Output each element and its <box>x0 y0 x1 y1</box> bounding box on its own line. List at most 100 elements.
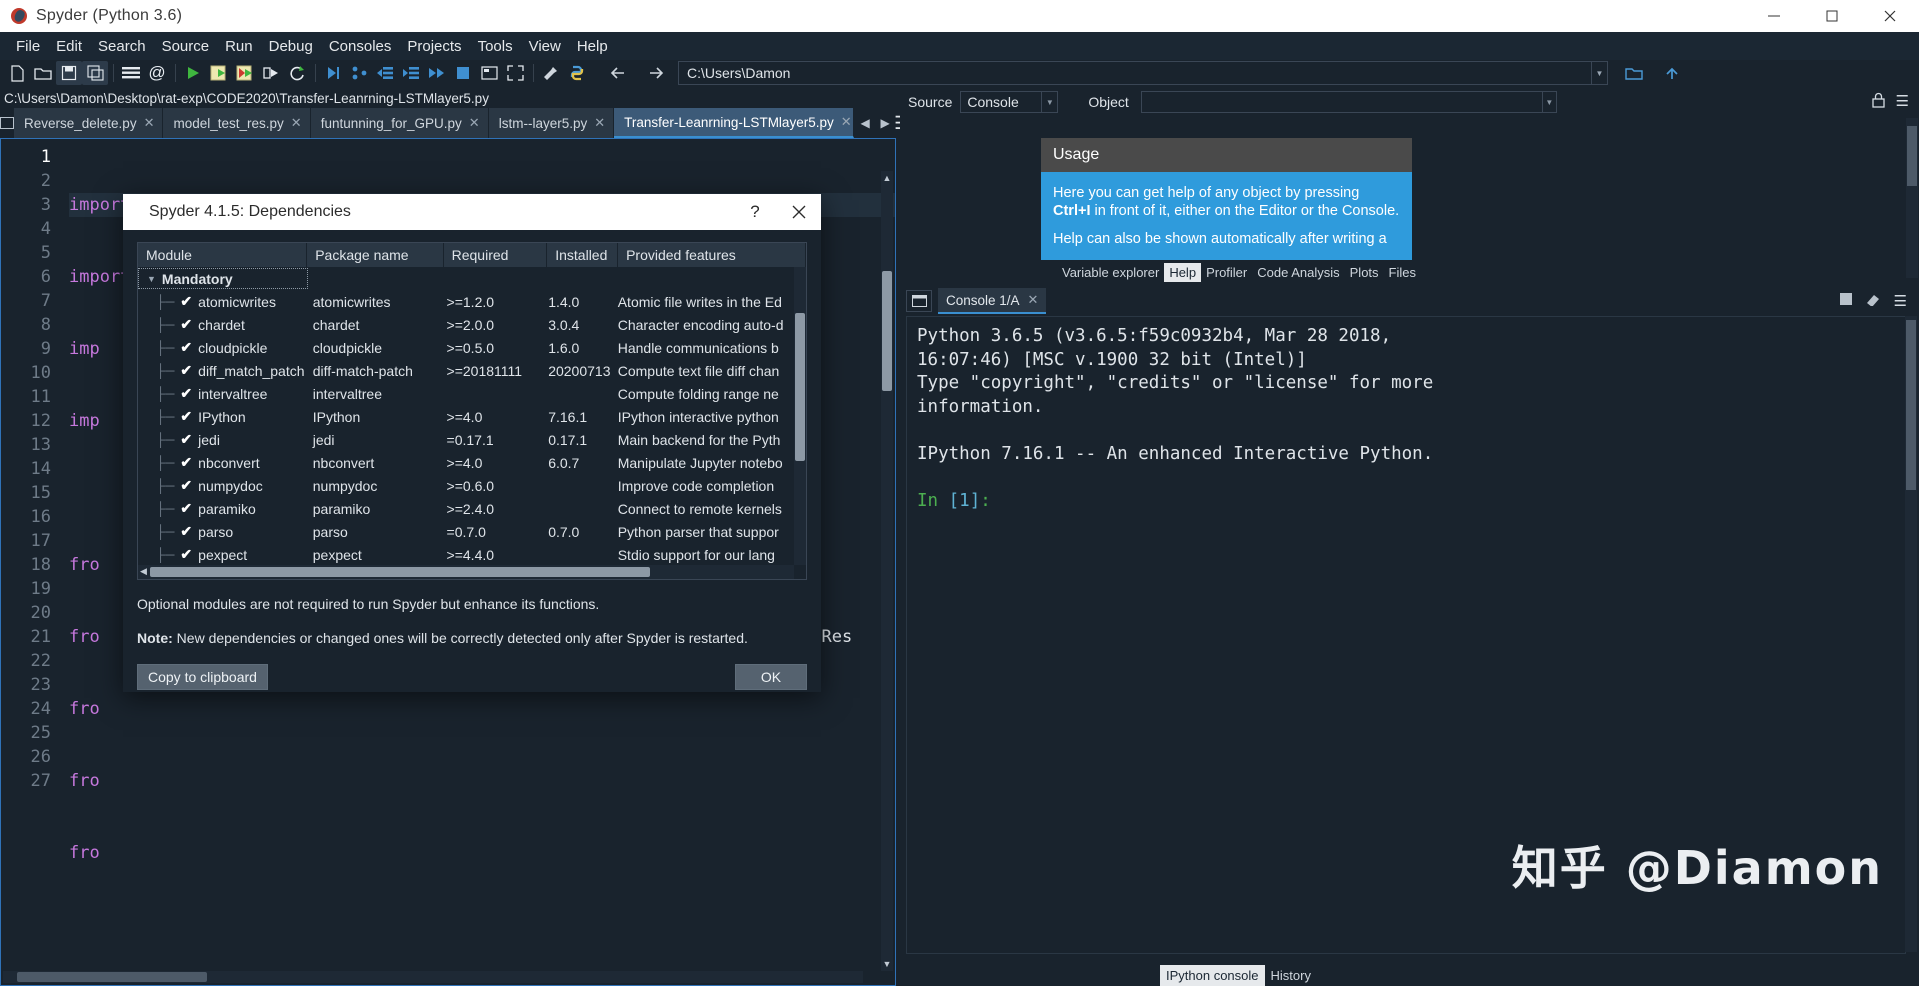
menu-debug[interactable]: Debug <box>261 35 321 58</box>
chevron-left-icon[interactable]: ◀ <box>856 116 874 130</box>
run-cell-advance-icon[interactable] <box>232 61 258 85</box>
editor-tab-reverse-delete[interactable]: Reverse_delete.py ✕ <box>14 108 163 138</box>
scrollbar-thumb[interactable] <box>882 271 892 391</box>
editor-tab-lstm-layer5[interactable]: lstm--layer5.py ✕ <box>489 108 614 138</box>
table-group-row[interactable]: ▼ Mandatory <box>138 267 794 290</box>
close-icon[interactable]: ✕ <box>469 115 480 131</box>
stop-icon[interactable] <box>1839 292 1853 310</box>
run-file-icon[interactable] <box>180 61 206 85</box>
tab-files[interactable]: Files <box>1384 263 1421 282</box>
menu-tools[interactable]: Tools <box>470 35 521 58</box>
close-icon[interactable]: ✕ <box>144 115 155 131</box>
menu-projects[interactable]: Projects <box>399 35 469 58</box>
column-header-package[interactable]: Package name <box>307 243 443 267</box>
stop-debug-icon[interactable] <box>450 61 476 85</box>
run-selection-icon[interactable] <box>258 61 284 85</box>
editor-tab-model-test-res[interactable]: model_test_res.py ✕ <box>163 108 310 138</box>
tab-list-icon[interactable] <box>0 108 14 138</box>
table-row[interactable]: ├─✔intervaltree intervaltree Compute fol… <box>138 382 794 405</box>
table-row[interactable]: ├─✔diff_match_patch diff-match-patch >=2… <box>138 359 794 382</box>
column-header-features[interactable]: Provided features <box>618 243 806 267</box>
hamburger-menu-icon[interactable]: ☰ <box>1894 292 1907 310</box>
chevron-down-icon[interactable]: ▼ <box>1042 91 1058 113</box>
table-row[interactable]: ├─✔IPython IPython >=4.0 7.16.1 IPython … <box>138 405 794 428</box>
scroll-up-icon[interactable]: ▲ <box>881 173 893 183</box>
maximize-pane-icon[interactable] <box>502 61 528 85</box>
maximize-icon[interactable] <box>1803 0 1861 32</box>
step-over-icon[interactable] <box>346 61 372 85</box>
object-input[interactable] <box>1141 91 1543 113</box>
scroll-left-icon[interactable]: ◀ <box>140 566 147 577</box>
chevron-down-icon[interactable]: ▼ <box>1543 91 1557 113</box>
editor-horizontal-scrollbar[interactable] <box>3 971 863 983</box>
scrollbar-thumb[interactable] <box>795 313 805 461</box>
help-vertical-scrollbar[interactable] <box>1906 118 1918 278</box>
working-directory-input[interactable]: C:\Users\Damon <box>678 61 1592 85</box>
re-run-cell-icon[interactable] <box>284 61 310 85</box>
hamburger-menu-icon[interactable]: ☰ <box>1896 92 1909 112</box>
menu-source[interactable]: Source <box>154 35 218 58</box>
table-row[interactable]: ├─✔jedi jedi =0.17.1 0.17.1 Main backend… <box>138 428 794 451</box>
tab-code-analysis[interactable]: Code Analysis <box>1252 263 1344 282</box>
configure-icon[interactable] <box>476 61 502 85</box>
menu-file[interactable]: File <box>8 35 48 58</box>
table-row[interactable]: ├─✔parso parso =0.7.0 0.7.0 Python parse… <box>138 520 794 543</box>
back-arrow-icon[interactable] <box>602 61 634 85</box>
column-header-installed[interactable]: Installed <box>547 243 618 267</box>
table-row[interactable]: ├─✔paramiko paramiko >=2.4.0 Connect to … <box>138 497 794 520</box>
dialog-vertical-scrollbar[interactable] <box>794 267 806 565</box>
step-return-icon[interactable] <box>398 61 424 85</box>
editor-vertical-scrollbar[interactable]: ▲ ▼ <box>881 171 893 971</box>
table-row[interactable]: ├─✔numpydoc numpydoc >=0.6.0 Improve cod… <box>138 474 794 497</box>
table-row[interactable]: ├─✔cloudpickle cloudpickle >=0.5.0 1.6.0… <box>138 336 794 359</box>
preferences-icon[interactable] <box>538 61 564 85</box>
ok-button[interactable]: OK <box>735 664 807 690</box>
close-icon[interactable]: ✕ <box>291 115 302 131</box>
tab-help[interactable]: Help <box>1164 263 1201 282</box>
step-into-icon[interactable] <box>372 61 398 85</box>
close-icon[interactable] <box>777 194 821 230</box>
open-file-icon[interactable] <box>30 61 56 85</box>
menu-run[interactable]: Run <box>217 35 261 58</box>
table-row[interactable]: ├─✔nbconvert nbconvert >=4.0 6.0.7 Manip… <box>138 451 794 474</box>
close-icon[interactable]: ✕ <box>1028 292 1039 308</box>
parent-dir-icon[interactable] <box>1656 61 1688 85</box>
editor-tab-transfer-learning-lstmlayer5[interactable]: Transfer-Leanrning-LSTMlayer5.py ✕ <box>614 108 854 138</box>
table-row[interactable]: ├─✔pexpect pexpect >=4.4.0 Stdio support… <box>138 543 794 565</box>
console-vertical-scrollbar[interactable] <box>1905 316 1917 952</box>
menu-view[interactable]: View <box>521 35 569 58</box>
menu-search[interactable]: Search <box>90 35 154 58</box>
close-icon[interactable]: ✕ <box>841 114 852 130</box>
minimize-icon[interactable] <box>1745 0 1803 32</box>
chevron-right-icon[interactable]: ▶ <box>876 116 894 130</box>
tab-plots[interactable]: Plots <box>1345 263 1384 282</box>
scrollbar-thumb[interactable] <box>150 567 650 577</box>
tab-variable-explorer[interactable]: Variable explorer <box>1057 263 1164 282</box>
copy-to-clipboard-button[interactable]: Copy to clipboard <box>137 664 268 690</box>
scrollbar-thumb[interactable] <box>1906 320 1916 490</box>
forward-arrow-icon[interactable] <box>640 61 672 85</box>
table-row[interactable]: ├─✔chardet chardet >=2.0.0 3.0.4 Charact… <box>138 313 794 336</box>
new-file-icon[interactable] <box>4 61 30 85</box>
lock-icon[interactable] <box>1871 92 1886 112</box>
run-cell-icon[interactable] <box>206 61 232 85</box>
triangle-down-icon[interactable]: ▼ <box>147 274 156 284</box>
table-row[interactable]: ├─✔atomicwrites atomicwrites >=1.2.0 1.4… <box>138 290 794 313</box>
scrollbar-thumb[interactable] <box>17 972 207 982</box>
column-header-required[interactable]: Required <box>444 243 548 267</box>
scroll-down-icon[interactable]: ▼ <box>881 959 893 969</box>
question-mark-icon[interactable]: ? <box>733 194 777 230</box>
tab-ipython-console[interactable]: IPython console <box>1160 965 1265 986</box>
dialog-horizontal-scrollbar[interactable]: ◀ <box>138 565 794 579</box>
folder-browse-icon[interactable] <box>1618 61 1650 85</box>
close-icon[interactable]: ✕ <box>594 115 605 131</box>
menu-consoles[interactable]: Consoles <box>321 35 400 58</box>
save-all-icon[interactable] <box>82 61 108 85</box>
chevron-down-icon[interactable]: ▼ <box>1592 61 1608 85</box>
source-select[interactable]: Console <box>960 91 1042 113</box>
menu-help[interactable]: Help <box>569 35 616 58</box>
console-tab[interactable]: Console 1/A ✕ <box>938 288 1046 314</box>
column-header-module[interactable]: Module <box>138 243 307 267</box>
file-switcher-icon[interactable] <box>118 61 144 85</box>
debug-file-icon[interactable] <box>320 61 346 85</box>
